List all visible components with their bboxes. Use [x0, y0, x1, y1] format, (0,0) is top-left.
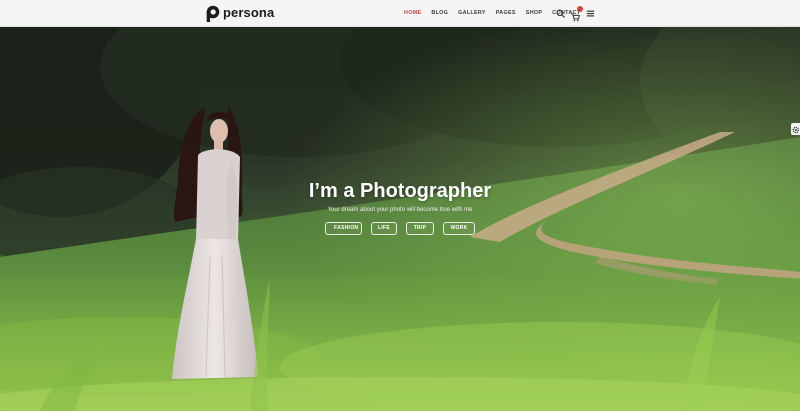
- hero-title: I’m a Photographer: [308, 180, 492, 202]
- hero-content: I’m a Photographer Your dream about your…: [250, 179, 550, 235]
- settings-gear-icon: [792, 126, 800, 134]
- tag-fashion-button[interactable]: FASHION: [325, 222, 362, 235]
- cart-icon: [571, 13, 580, 22]
- cart-badge: [577, 6, 583, 12]
- site-header: persona HOME BLOG GALLERY PAGES SHOP CON…: [0, 0, 800, 27]
- nav-item-shop[interactable]: SHOP: [526, 0, 542, 27]
- nav-item-blog[interactable]: BLOG: [431, 0, 448, 27]
- nav-item-gallery[interactable]: GALLERY: [458, 0, 486, 27]
- site-logo[interactable]: persona: [206, 4, 274, 22]
- hero-section: I’m a Photographer Your dream about your…: [0, 27, 800, 411]
- menu-icon[interactable]: [586, 9, 595, 18]
- p-letter-logo-icon: [206, 5, 220, 22]
- hero-tag-buttons: FASHION LIFE TRIP WORK: [250, 222, 550, 235]
- tag-trip-button[interactable]: TRIP: [406, 222, 434, 235]
- search-icon[interactable]: [556, 9, 565, 18]
- tag-work-button[interactable]: WORK: [443, 222, 475, 235]
- side-settings-tab[interactable]: [791, 123, 800, 135]
- page: persona HOME BLOG GALLERY PAGES SHOP CON…: [0, 0, 800, 411]
- logo-text: persona: [223, 5, 275, 20]
- hero-subtitle: Your dream about your photo will become …: [327, 207, 473, 213]
- header-icons: [556, 0, 601, 27]
- nav-item-home[interactable]: HOME: [404, 0, 421, 27]
- cart-button[interactable]: [571, 6, 583, 22]
- tag-life-button[interactable]: LIFE: [371, 222, 397, 235]
- nav-item-pages[interactable]: PAGES: [496, 0, 516, 27]
